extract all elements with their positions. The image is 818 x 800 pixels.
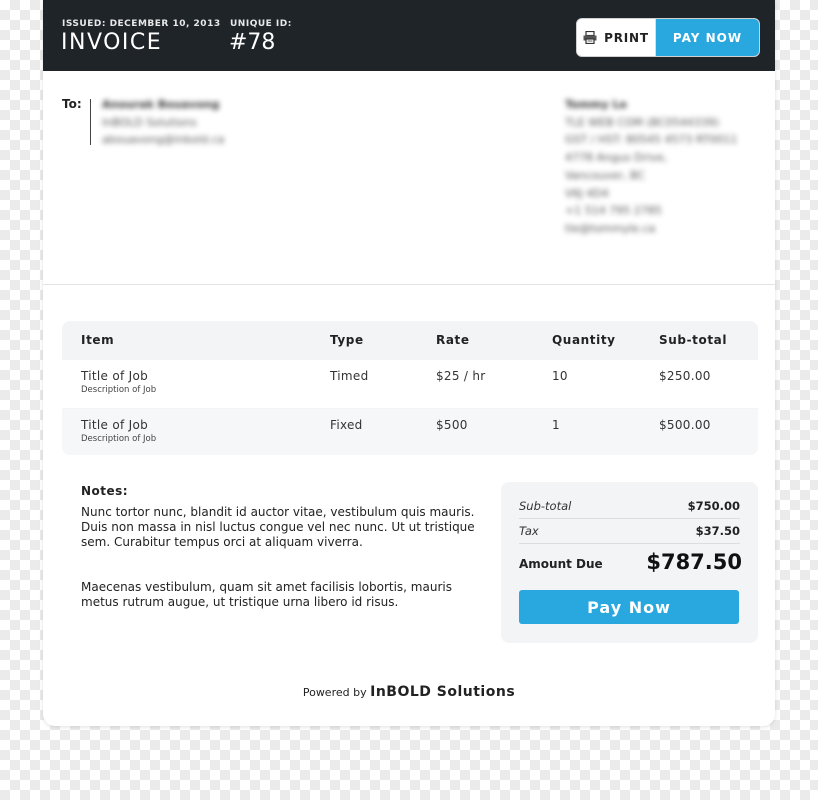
sender-line: GST / HST: 80545 4573 RT0011 [565,133,738,147]
brand-name[interactable]: InBOLD Solutions [370,684,515,700]
notes-title: Notes: [81,484,129,498]
printer-icon [583,30,597,45]
line-items-table: Item Type Rate Quantity Sub-total Title … [62,321,758,455]
item-quantity: 10 [552,369,568,383]
sender-line: TLE WEB COM (BC0544339) [565,115,720,129]
divider [519,543,740,544]
recipient-divider [90,99,91,145]
table-row: Title of Job Description of Job Timed $2… [62,360,758,408]
amount-due-value: $787.50 [646,550,742,574]
tax-value: $37.50 [695,524,740,538]
print-button[interactable]: PRINT [577,19,656,56]
invoice-title: INVOICE [61,30,163,55]
item-description: Description of Job [81,385,157,395]
to-label: To: [62,97,82,111]
item-rate: $500 [436,418,468,432]
totals-summary: Sub-total $750.00 Tax $37.50 Amount Due … [501,482,758,643]
issued-date: ISSUED: DECEMBER 10, 2013 [62,19,221,29]
divider [519,518,740,519]
sender-line: Vancouver, BC [565,168,645,182]
item-title: Title of Job [81,418,149,432]
item-type: Fixed [330,418,363,432]
recipient-email: abouavong@inbold.ca [102,133,225,146]
notes-paragraph: Nunc tortor nunc, blandit id auctor vita… [81,505,475,549]
column-header-item: Item [81,333,115,347]
header-pay-now-button[interactable]: PAY NOW [656,19,759,56]
item-subtotal: $500.00 [659,418,711,432]
sender-name: Tommy Le [565,98,627,111]
recipient-company: InBOLD Solutions [102,115,197,129]
invoice-header: ISSUED: DECEMBER 10, 2013 UNIQUE ID: INV… [43,0,775,71]
item-type: Timed [330,369,369,383]
footer: Powered by InBOLD Solutions [43,684,775,700]
column-header-type: Type [330,333,364,347]
invoice-id: #78 [229,30,276,55]
notes-paragraph: Maecenas vestibulum, quam sit amet facil… [81,580,452,609]
unique-id-label: UNIQUE ID: [230,19,292,29]
column-header-subtotal: Sub-total [659,333,728,347]
item-quantity: 1 [552,418,560,432]
sender-address: Tommy Le TLE WEB COM (BC0544339) GST / H… [565,96,737,238]
pay-now-button[interactable]: Pay Now [519,590,739,624]
column-header-rate: Rate [436,333,470,347]
subtotal-value: $750.00 [687,499,740,513]
column-header-quantity: Quantity [552,333,616,347]
header-actions: PRINT PAY NOW [576,18,760,57]
table-header: Item Type Rate Quantity Sub-total [62,321,758,360]
item-rate: $25 / hr [436,369,486,383]
sender-line: 4778 Angus Drive, [565,151,667,165]
powered-by-label: Powered by [302,686,367,699]
address-section: To: Anourak Bouavong InBOLD Solutions ab… [43,71,775,285]
subtotal-label: Sub-total [519,499,572,513]
print-label: PRINT [604,30,649,45]
tax-label: Tax [519,524,539,538]
recipient-address: Anourak Bouavong InBOLD Solutions abouav… [102,96,224,149]
sender-line: tle@tommyle.ca [565,221,656,235]
sender-line: +1 514 795 2785 [565,204,662,218]
item-subtotal: $250.00 [659,369,711,383]
sender-line: V6J 4D4 [565,186,609,200]
item-description: Description of Job [81,434,157,444]
invoice-card: ISSUED: DECEMBER 10, 2013 UNIQUE ID: INV… [43,0,775,726]
table-row: Title of Job Description of Job Fixed $5… [62,409,758,455]
amount-due-label: Amount Due [519,557,603,571]
item-title: Title of Job [81,369,149,383]
recipient-name: Anourak Bouavong [102,98,220,111]
